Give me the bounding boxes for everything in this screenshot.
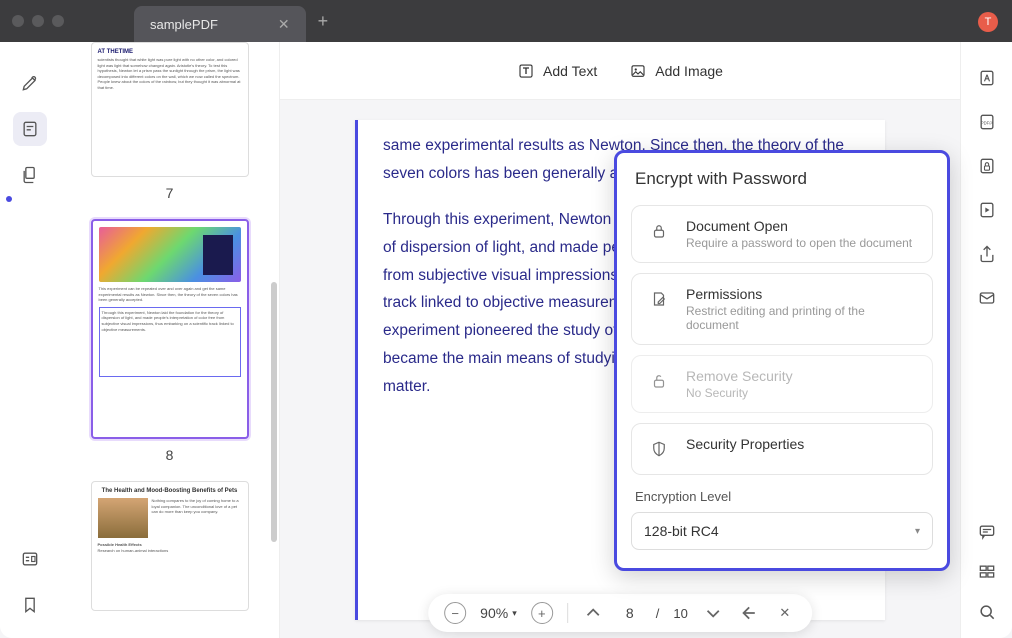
zoom-dropdown[interactable]: 90% ▾ (480, 605, 517, 621)
copy-tool[interactable] (13, 158, 47, 192)
left-tool-rail (0, 42, 60, 638)
pages-icon (20, 165, 40, 185)
option-desc: No Security (686, 386, 793, 400)
total-pages: 10 (673, 606, 687, 621)
minimize-window[interactable] (32, 15, 44, 27)
zoom-in-button[interactable]: + (531, 602, 553, 624)
close-tab-icon[interactable]: ✕ (278, 16, 290, 33)
right-tool-rail: PDF/A (960, 42, 1012, 638)
close-controls-button[interactable]: ✕ (774, 602, 796, 624)
grid-icon (977, 562, 997, 582)
ocr-tool[interactable] (975, 66, 999, 90)
slideshow-tool[interactable] (975, 198, 999, 222)
image-icon (629, 62, 647, 80)
option-title: Security Properties (686, 436, 804, 452)
thumbnail-panel[interactable]: AT THETIME scientists thought that white… (60, 42, 280, 638)
comment-icon (977, 522, 997, 542)
comment-tool[interactable] (975, 520, 999, 544)
svg-text:PDF/A: PDF/A (980, 121, 992, 126)
thumbnail-page-8[interactable]: This experiment can be repeated over and… (72, 219, 267, 463)
encryption-level-label: Encryption Level (635, 489, 933, 504)
security-properties-option[interactable]: Security Properties (631, 423, 933, 475)
edit-doc-icon (646, 286, 672, 312)
document-tab[interactable]: samplePDF ✕ (134, 6, 306, 42)
prev-page-button[interactable] (582, 602, 604, 624)
pdfa-icon: PDF/A (977, 112, 997, 132)
encryption-level-select[interactable]: 128-bit RC4 ▾ (631, 512, 933, 550)
highlighter-icon (20, 73, 40, 93)
shield-icon (646, 436, 672, 462)
panel-title: Encrypt with Password (631, 169, 933, 189)
thumb-label: 8 (72, 447, 267, 463)
fit-page-button[interactable] (738, 602, 760, 624)
add-text-button[interactable]: Add Text (517, 62, 597, 80)
new-tab-button[interactable]: + (318, 11, 329, 32)
form-icon (20, 549, 40, 569)
search-tool[interactable] (975, 600, 999, 624)
edit-toolbar: Add Text Add Image (280, 42, 960, 100)
option-title: Remove Security (686, 368, 793, 384)
document-open-option[interactable]: Document Open Require a password to open… (631, 205, 933, 263)
chevron-down-icon (704, 604, 722, 622)
lock-doc-icon (977, 156, 997, 176)
bookmark-tool[interactable] (13, 588, 47, 622)
view-mode-tool[interactable] (975, 560, 999, 584)
separator (567, 603, 568, 623)
permissions-option[interactable]: Permissions Restrict editing and printin… (631, 273, 933, 345)
thumb-label: 7 (72, 185, 267, 201)
option-desc: Restrict editing and printing of the doc… (686, 304, 918, 332)
share-icon (977, 244, 997, 264)
chevron-up-icon (584, 604, 602, 622)
page-controls-bar: − 90% ▾ + / 10 ✕ (428, 594, 812, 632)
unlock-icon (646, 368, 672, 394)
form-tool[interactable] (13, 542, 47, 576)
play-doc-icon (977, 200, 997, 220)
close-window[interactable] (12, 15, 24, 27)
window-controls (12, 15, 64, 27)
pdfa-tool[interactable]: PDF/A (975, 110, 999, 134)
thumbnail-page-7[interactable]: AT THETIME scientists thought that white… (72, 42, 267, 201)
page-edge-marker (355, 120, 358, 620)
bookmark-icon (20, 595, 40, 615)
text-icon (517, 62, 535, 80)
lock-icon (646, 218, 672, 244)
highlighter-tool[interactable] (13, 66, 47, 100)
active-tool-indicator (6, 196, 12, 202)
security-tool[interactable] (975, 154, 999, 178)
thumbnail-page-9[interactable]: The Health and Mood-Boosting Benefits of… (72, 481, 267, 611)
tab-title: samplePDF (150, 17, 218, 32)
encrypt-panel: Encrypt with Password Document Open Requ… (614, 150, 950, 571)
page-sep: / (656, 606, 660, 621)
annotate-tool[interactable] (13, 112, 47, 146)
window-titlebar: samplePDF ✕ + T (0, 0, 1012, 42)
ocr-icon (977, 68, 997, 88)
scrollbar[interactable] (271, 282, 277, 542)
chevron-down-icon: ▾ (512, 608, 517, 619)
user-avatar[interactable]: T (978, 12, 998, 32)
share-tool[interactable] (975, 242, 999, 266)
next-page-button[interactable] (702, 602, 724, 624)
mail-icon (977, 288, 997, 308)
fit-icon (740, 604, 758, 622)
option-title: Document Open (686, 218, 912, 234)
mail-tool[interactable] (975, 286, 999, 310)
page-number-input[interactable] (618, 605, 642, 621)
add-image-button[interactable]: Add Image (629, 62, 723, 80)
zoom-out-button[interactable]: − (444, 602, 466, 624)
search-icon (977, 602, 997, 622)
note-icon (20, 119, 40, 139)
remove-security-option: Remove Security No Security (631, 355, 933, 413)
maximize-window[interactable] (52, 15, 64, 27)
chevron-down-icon: ▾ (915, 526, 920, 537)
option-desc: Require a password to open the document (686, 236, 912, 250)
option-title: Permissions (686, 286, 918, 302)
